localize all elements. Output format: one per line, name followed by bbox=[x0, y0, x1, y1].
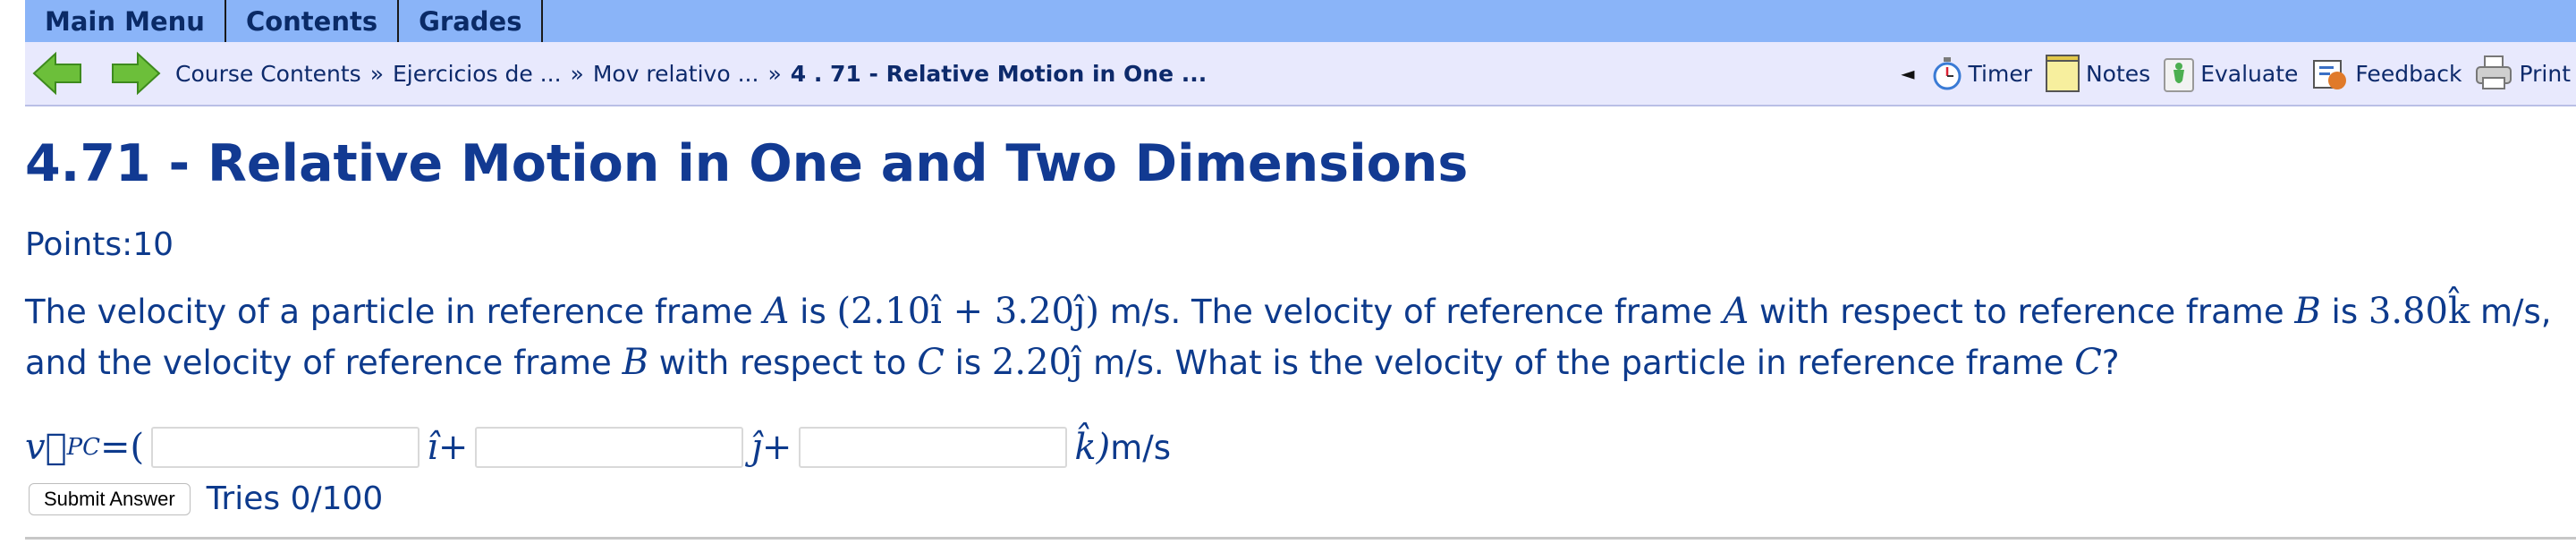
breadcrumb-current: 4 . 71 - Relative Motion in One ... bbox=[790, 60, 1208, 87]
breadcrumb-ejercicios[interactable]: Ejercicios de ... bbox=[393, 61, 562, 87]
question-text: The velocity of a particle in reference … bbox=[25, 286, 2556, 388]
breadcrumb: Course Contents » Ejercicios de ... » Mo… bbox=[175, 42, 1207, 105]
submit-answer-button[interactable]: Submit Answer bbox=[29, 482, 191, 515]
submit-row: Submit Answer Tries 0/100 bbox=[29, 480, 383, 517]
back-arrow-icon[interactable] bbox=[32, 51, 82, 96]
main-menu-bar: Main Menu Contents Grades bbox=[25, 0, 2576, 42]
k-component-input[interactable] bbox=[799, 427, 1068, 468]
velocity-symbol: v⃗ bbox=[25, 427, 67, 468]
question-part: is bbox=[944, 344, 992, 382]
feedback-button[interactable]: Feedback bbox=[2310, 54, 2462, 93]
i-component-input[interactable] bbox=[151, 427, 420, 468]
feedback-icon bbox=[2313, 60, 2347, 89]
math-symbol: C bbox=[917, 342, 945, 383]
breadcrumb-course-contents[interactable]: Course Contents bbox=[175, 61, 361, 87]
answer-row: v⃗ PC =( î+ ĵ+ k̂) m/s bbox=[25, 421, 1171, 474]
question-part: with respect to bbox=[648, 344, 918, 382]
math-symbol: A bbox=[763, 291, 790, 332]
navigation-bar: Course Contents » Ejercicios de ... » Mo… bbox=[25, 42, 2576, 106]
toolbar: ◄ Timer Notes Evaluate Feedback Print bbox=[1901, 42, 2571, 105]
menu-main-menu[interactable]: Main Menu bbox=[25, 0, 226, 42]
notes-button[interactable]: Notes bbox=[2045, 54, 2150, 93]
points-value: 10 bbox=[132, 226, 174, 263]
points-label: Points: bbox=[25, 226, 133, 263]
breadcrumb-separator: » bbox=[369, 60, 384, 87]
question-part: m/s. What is the velocity of the particl… bbox=[1082, 344, 2075, 382]
tries-counter: Tries 0/100 bbox=[206, 480, 384, 517]
math-symbol: B bbox=[622, 342, 648, 383]
question-part: The velocity of a particle in reference … bbox=[25, 293, 764, 331]
math-expression: 3.80k̂ bbox=[2368, 291, 2470, 332]
answer-units: m/s bbox=[1110, 428, 1171, 467]
math-symbol: B bbox=[2294, 291, 2321, 332]
math-symbol: A bbox=[1723, 291, 1750, 332]
print-button[interactable]: Print bbox=[2474, 55, 2571, 92]
math-symbol: C bbox=[2074, 342, 2102, 383]
breadcrumb-separator: » bbox=[570, 60, 584, 87]
points-display: Points:10 bbox=[25, 226, 174, 263]
notes-label: Notes bbox=[2085, 60, 2151, 87]
k-unit-vector: k̂) bbox=[1074, 427, 1111, 468]
j-unit-vector: ĵ+ bbox=[750, 427, 792, 468]
equals-open-paren: =( bbox=[100, 427, 145, 468]
question-part: is bbox=[789, 293, 837, 331]
forward-arrow-icon[interactable] bbox=[111, 51, 161, 96]
menu-grades[interactable]: Grades bbox=[399, 0, 544, 42]
page-title: 4.71 - Relative Motion in One and Two Di… bbox=[25, 134, 1469, 193]
breadcrumb-mov-relativo[interactable]: Mov relativo ... bbox=[593, 61, 759, 87]
evaluate-icon bbox=[2164, 58, 2195, 92]
j-component-input[interactable] bbox=[475, 427, 744, 468]
print-label: Print bbox=[2519, 60, 2571, 87]
collapse-arrow-icon[interactable]: ◄ bbox=[1901, 63, 1914, 84]
evaluate-button[interactable]: Evaluate bbox=[2163, 54, 2298, 93]
timer-label: Timer bbox=[1968, 60, 2032, 87]
question-part: with respect to reference frame bbox=[1749, 293, 2295, 331]
timer-button[interactable]: Timer bbox=[1931, 55, 2032, 91]
breadcrumb-separator: » bbox=[767, 60, 782, 87]
evaluate-label: Evaluate bbox=[2200, 60, 2299, 87]
feedback-label: Feedback bbox=[2355, 60, 2462, 87]
note-pad-icon bbox=[2045, 55, 2080, 92]
printer-icon bbox=[2476, 55, 2512, 89]
stopwatch-icon bbox=[1933, 57, 1962, 90]
math-expression: 2.20ĵ bbox=[991, 342, 1083, 383]
menu-contents[interactable]: Contents bbox=[226, 0, 400, 42]
question-part: m/s. The velocity of reference frame bbox=[1098, 293, 1724, 331]
divider bbox=[25, 537, 2576, 540]
i-unit-vector: î+ bbox=[427, 427, 469, 468]
velocity-subscript: PC bbox=[66, 434, 100, 461]
question-part: ? bbox=[2101, 344, 2120, 382]
math-expression: (2.10î + 3.20ĵ) bbox=[836, 291, 1099, 332]
question-part: is bbox=[2320, 293, 2368, 331]
